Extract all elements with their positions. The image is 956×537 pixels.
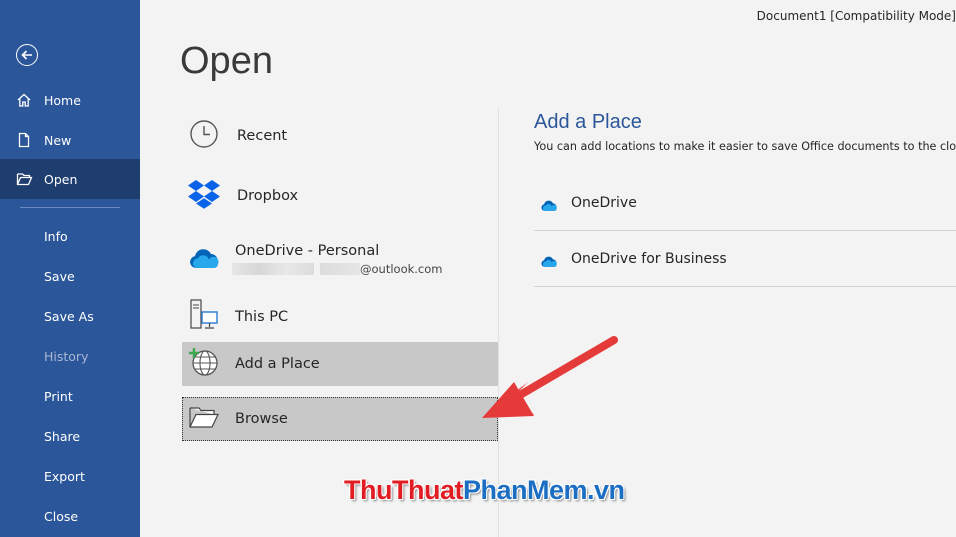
watermark-logo: ThuThuatPhanMem.vn [344,475,625,506]
watermark-part: .vn [587,475,625,505]
nav-export-label: Export [44,468,85,484]
nav-history: History [0,336,140,376]
document-title: Document1 [Compatibility Mode] [756,9,956,23]
nav-new[interactable]: New [0,120,140,160]
nav-save-as[interactable]: Save As [0,296,140,336]
arrow-left-icon [21,50,32,60]
nav-save[interactable]: Save [0,256,140,296]
add-place-title: Add a Place [534,111,642,133]
add-globe-icon [187,346,219,382]
location-recent-label: Recent [237,128,288,144]
browse-button[interactable]: Browse [182,397,498,441]
nav-history-label: History [44,348,89,364]
nav-print[interactable]: Print [0,376,140,416]
nav-open-label: Open [44,171,78,187]
location-dropbox-label: Dropbox [237,188,299,204]
add-place-onedrive[interactable]: OneDrive [534,175,956,231]
redacted-block [320,263,360,275]
onedrive-cloud-icon [540,253,558,272]
page-title: Open [180,40,273,82]
redacted-block [232,263,314,275]
clock-icon [188,118,220,154]
nav-close[interactable]: Close [0,496,140,536]
nav-home[interactable]: Home [0,80,140,120]
open-folder-icon [0,171,44,187]
location-onedrive-personal[interactable]: OneDrive - Personal [182,236,498,286]
browse-label: Browse [235,411,288,427]
backstage-sidebar: Home New Open Info Save Save As History … [0,0,140,537]
nav-export[interactable]: Export [0,456,140,496]
nav-new-label: New [44,132,72,148]
nav-print-label: Print [44,388,73,404]
back-button[interactable] [16,44,38,66]
location-recent[interactable]: Recent [182,115,498,157]
location-this-pc-label: This PC [235,309,289,325]
email-domain: @outlook.com [360,262,443,276]
onedrive-cloud-icon [188,248,220,274]
nav-divider [20,207,120,208]
onedrive-account-email: @outlook.com [232,262,442,276]
location-onedrive-personal-label: OneDrive - Personal [235,243,380,259]
location-add-place-label: Add a Place [235,356,320,372]
onedrive-cloud-icon [540,197,558,216]
annotation-arrow [482,336,618,418]
nav-share[interactable]: Share [0,416,140,456]
add-place-onedrive-label: OneDrive [571,194,637,211]
nav-home-label: Home [44,92,81,108]
add-place-description: You can add locations to make it easier … [534,140,956,153]
location-add-place[interactable]: Add a Place [182,342,498,386]
nav-close-label: Close [44,508,79,524]
nav-share-label: Share [44,428,81,444]
nav-info[interactable]: Info [0,216,140,256]
browse-folder-icon [188,404,220,434]
nav-open[interactable]: Open [0,159,140,199]
dropbox-icon [187,178,221,214]
nav-save-as-label: Save As [44,308,94,324]
home-icon [0,92,44,108]
add-place-onedrive-business-label: OneDrive for Business [571,250,727,267]
location-this-pc[interactable]: This PC [182,296,498,338]
computer-icon [189,298,221,336]
add-place-onedrive-business[interactable]: OneDrive for Business [534,231,956,287]
watermark-part: PhanMem [462,475,588,505]
new-document-icon [0,132,44,148]
location-dropbox[interactable]: Dropbox [182,175,498,217]
watermark-part: ThuThuat [344,475,463,505]
column-divider [498,108,499,537]
nav-save-label: Save [44,268,75,284]
nav-info-label: Info [44,228,68,244]
